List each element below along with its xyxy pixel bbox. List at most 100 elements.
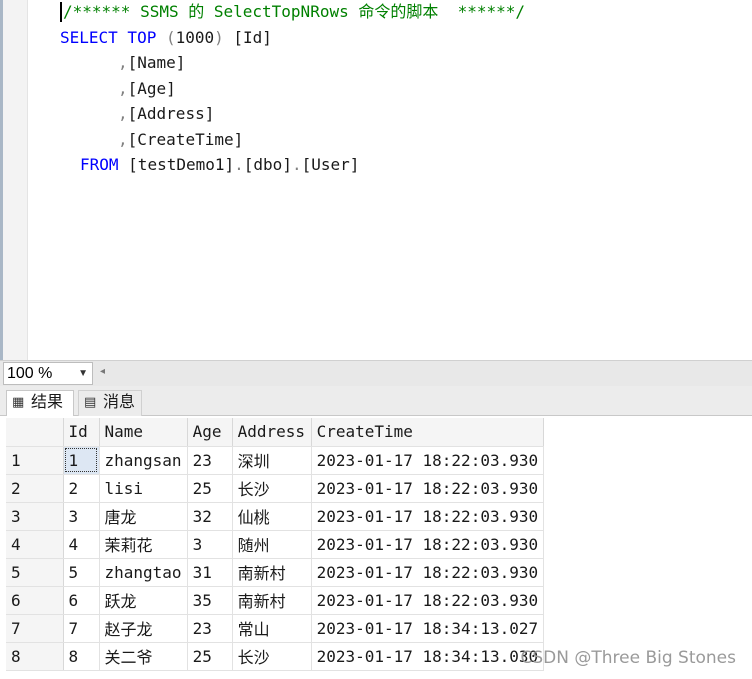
cell-address[interactable]: 南新村	[232, 586, 312, 615]
cell-name[interactable]: lisi	[99, 474, 188, 503]
scroll-left-icon[interactable]: ◂	[100, 366, 105, 377]
corner-header[interactable]	[6, 418, 64, 447]
cell-createtime[interactable]: 2023-01-17 18:34:13.030	[311, 642, 545, 671]
code-token: ,	[118, 104, 128, 123]
table-row[interactable]: 6 6 跃龙 35 南新村 2023-01-17 18:22:03.930	[6, 586, 545, 615]
code-token: (	[165, 28, 176, 47]
table-row[interactable]: 5 5 zhangtao 31 南新村 2023-01-17 18:22:03.930	[6, 558, 545, 587]
table-row[interactable]: 1 1 zhangsan 23 深圳 2023-01-17 18:22:03.930	[6, 446, 545, 475]
cell-address[interactable]: 长沙	[232, 642, 312, 671]
row-number[interactable]: 7	[6, 614, 64, 643]
cell-createtime[interactable]: 2023-01-17 18:22:03.930	[311, 558, 545, 587]
cell-id[interactable]: 6	[63, 586, 100, 615]
cell-createtime[interactable]: 2023-01-17 18:22:03.930	[311, 530, 545, 559]
row-number[interactable]: 5	[6, 558, 64, 587]
code-line-address: ,[Address]	[118, 102, 214, 126]
code-token: [Age]	[127, 79, 176, 98]
table-row[interactable]: 7 7 赵子龙 23 常山 2023-01-17 18:34:13.027	[6, 614, 545, 643]
cell-age[interactable]: 32	[187, 502, 233, 531]
row-number[interactable]: 6	[6, 586, 64, 615]
cell-name[interactable]: zhangtao	[99, 558, 188, 587]
code-token: [CreateTime]	[127, 130, 244, 149]
cell-age[interactable]: 23	[187, 446, 233, 475]
cell-age[interactable]: 25	[187, 642, 233, 671]
cell-address[interactable]: 南新村	[232, 558, 312, 587]
column-header-name[interactable]: Name	[99, 418, 188, 447]
table-row[interactable]: 8 8 关二爷 25 长沙 2023-01-17 18:34:13.030	[6, 642, 545, 671]
zoom-select[interactable]: 100 % ▼	[3, 362, 93, 385]
code-token: FROM	[80, 155, 129, 174]
cell-address[interactable]: 常山	[232, 614, 312, 643]
cell-id[interactable]: 5	[63, 558, 100, 587]
cell-name[interactable]: 茉莉花	[99, 530, 188, 559]
code-token: [testDemo1]	[128, 155, 235, 174]
table-row[interactable]: 2 2 lisi 25 长沙 2023-01-17 18:22:03.930	[6, 474, 545, 503]
column-header-address[interactable]: Address	[232, 418, 312, 447]
cell-name[interactable]: zhangsan	[99, 446, 188, 475]
cell-createtime[interactable]: 2023-01-17 18:22:03.930	[311, 474, 545, 503]
row-number[interactable]: 8	[6, 642, 64, 671]
code-line-comment: /****** SSMS 的 SelectTopNRows 命令的脚本 ****…	[63, 0, 525, 24]
gutter-change-bar	[0, 0, 3, 360]
column-header-age[interactable]: Age	[187, 418, 233, 447]
cell-id[interactable]: 4	[63, 530, 100, 559]
column-header-createtime[interactable]: CreateTime	[311, 418, 545, 447]
row-number[interactable]: 3	[6, 502, 64, 531]
cell-address[interactable]: 深圳	[232, 446, 312, 475]
row-number[interactable]: 1	[6, 446, 64, 475]
table-row[interactable]: 3 3 唐龙 32 仙桃 2023-01-17 18:22:03.930	[6, 502, 545, 531]
tab-messages-label: 消息	[103, 394, 136, 411]
cell-name[interactable]: 关二爷	[99, 642, 188, 671]
cell-age[interactable]: 23	[187, 614, 233, 643]
zoom-value: 100 %	[7, 365, 53, 382]
cell-address[interactable]: 长沙	[232, 474, 312, 503]
cell-id[interactable]: 7	[63, 614, 100, 643]
code-token: [Id]	[233, 28, 272, 47]
code-token: /****** SSMS 的 SelectTopNRows 命令的脚本 ****…	[63, 2, 526, 21]
grid-header-row: Id Name Age Address CreateTime	[6, 418, 545, 447]
cell-age[interactable]: 25	[187, 474, 233, 503]
code-token: SELECT TOP	[60, 28, 166, 47]
cell-id[interactable]: 1	[63, 446, 100, 475]
code-token: [Name]	[127, 53, 186, 72]
code-line-createtime: ,[CreateTime]	[118, 128, 243, 152]
cell-name[interactable]: 跃龙	[99, 586, 188, 615]
tab-results[interactable]: ▦ 结果	[6, 390, 74, 416]
cell-age[interactable]: 31	[187, 558, 233, 587]
code-line-name: ,[Name]	[118, 51, 185, 75]
cell-createtime[interactable]: 2023-01-17 18:22:03.930	[311, 586, 545, 615]
grid-icon: ▦	[12, 395, 25, 410]
messages-icon: ▤	[84, 395, 97, 410]
editor-gutter	[0, 0, 28, 360]
cell-address[interactable]: 随州	[232, 530, 312, 559]
cell-createtime[interactable]: 2023-01-17 18:34:13.027	[311, 614, 545, 643]
cell-id[interactable]: 3	[63, 502, 100, 531]
code-token: ,	[118, 53, 128, 72]
row-number[interactable]: 2	[6, 474, 64, 503]
watermark: CSDN @Three Big Stones	[520, 648, 737, 668]
cell-id[interactable]: 8	[63, 642, 100, 671]
cell-createtime[interactable]: 2023-01-17 18:22:03.930	[311, 502, 545, 531]
cell-name[interactable]: 赵子龙	[99, 614, 188, 643]
cell-id[interactable]: 2	[63, 474, 100, 503]
code-token: )	[214, 28, 234, 47]
results-grid[interactable]: Id Name Age Address CreateTime 1 1 zhangsa…	[6, 418, 545, 671]
row-number[interactable]: 4	[6, 530, 64, 559]
chevron-down-icon: ▼	[78, 368, 88, 379]
code-token: 1000	[175, 28, 215, 47]
query-editor[interactable]: /****** SSMS 的 SelectTopNRows 命令的脚本 ****…	[0, 0, 752, 360]
code-token: ,	[118, 130, 128, 149]
results-grid-area: Id Name Age Address CreateTime 1 1 zhangsa…	[0, 416, 752, 679]
result-tabs: ▦ 结果 ▤ 消息	[0, 386, 752, 416]
table-row[interactable]: 4 4 茉莉花 3 随州 2023-01-17 18:22:03.930	[6, 530, 545, 559]
tab-messages[interactable]: ▤ 消息	[78, 390, 142, 416]
code-token: ,	[118, 79, 128, 98]
text-caret	[60, 2, 62, 22]
code-token: .	[291, 155, 302, 174]
cell-address[interactable]: 仙桃	[232, 502, 312, 531]
cell-name[interactable]: 唐龙	[99, 502, 188, 531]
cell-age[interactable]: 3	[187, 530, 233, 559]
cell-createtime[interactable]: 2023-01-17 18:22:03.930	[311, 446, 545, 475]
column-header-id[interactable]: Id	[63, 418, 100, 447]
cell-age[interactable]: 35	[187, 586, 233, 615]
